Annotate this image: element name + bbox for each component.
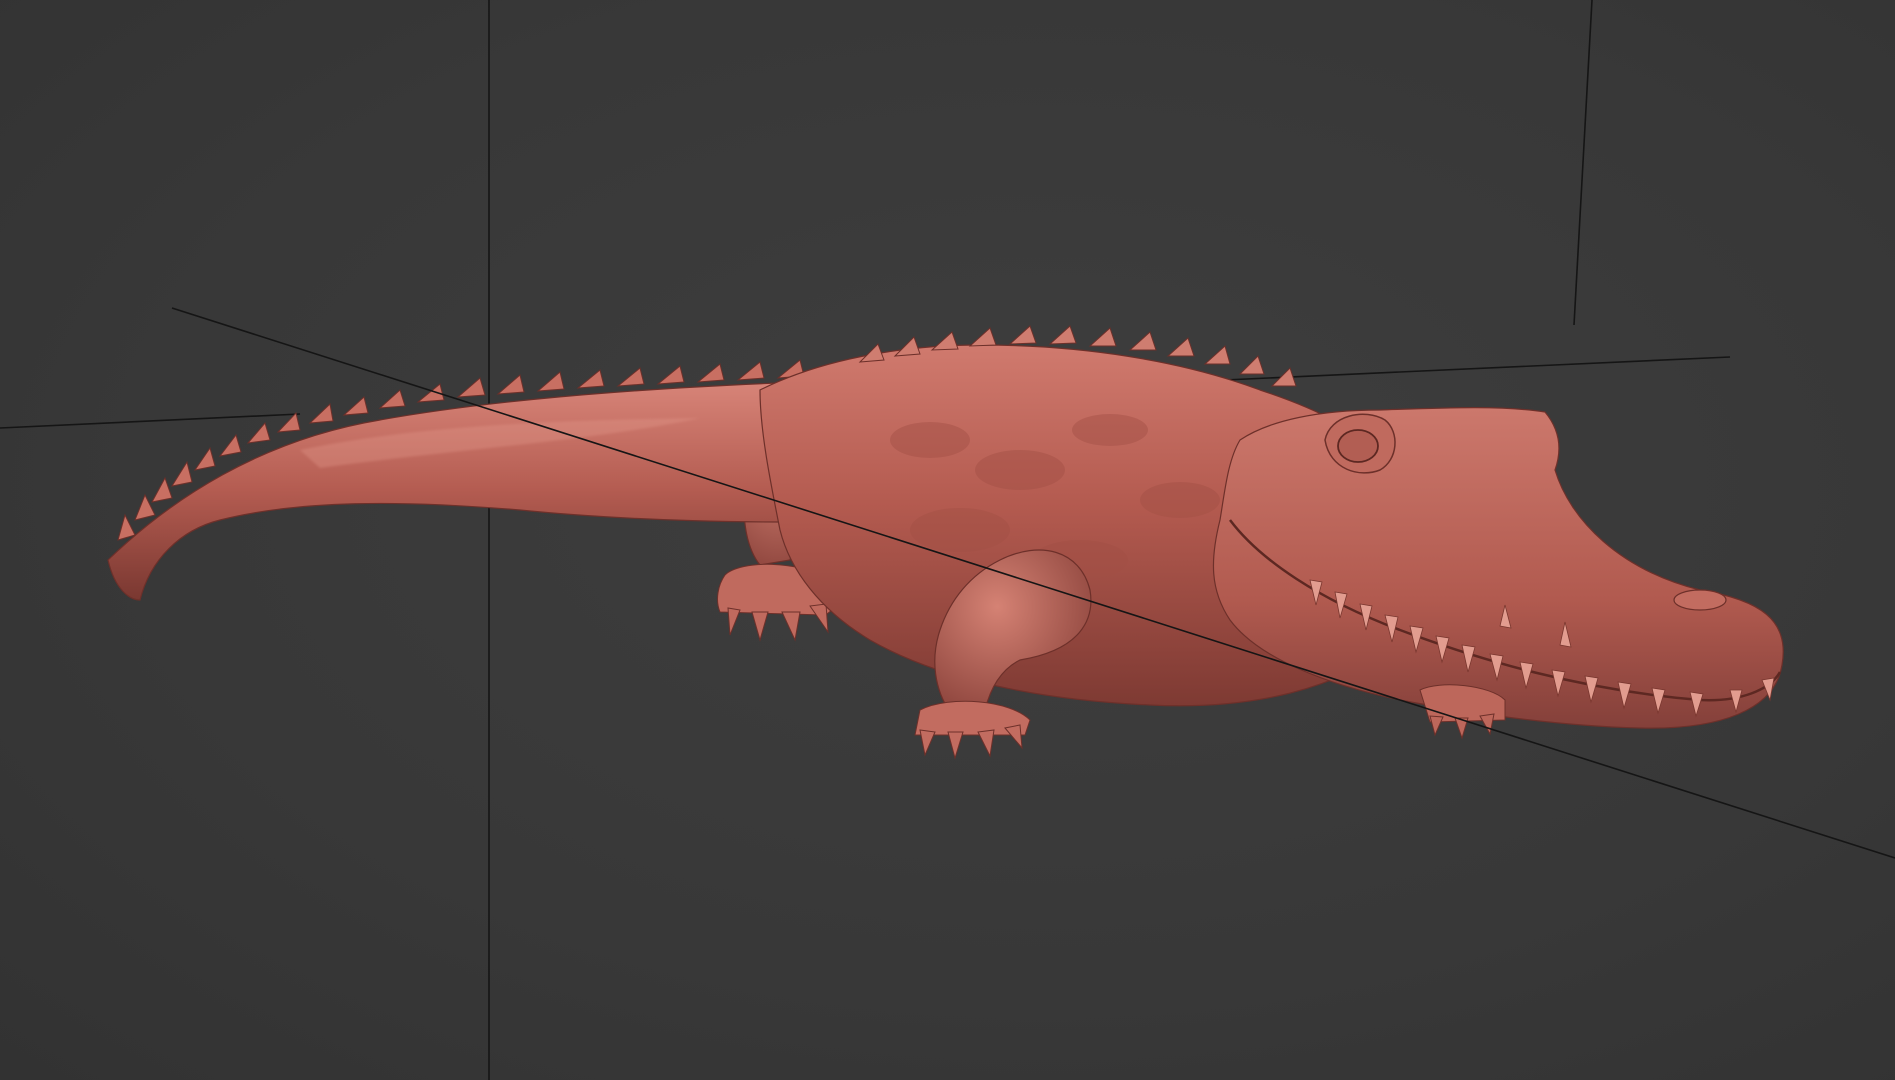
near-hind-foot bbox=[914, 700, 1031, 760]
viewport-scene[interactable] bbox=[0, 0, 1895, 1080]
vertical-guide-right bbox=[1573, 0, 1593, 326]
3d-viewport[interactable] bbox=[0, 0, 1895, 1080]
eye bbox=[1337, 429, 1379, 463]
horizontal-guide-left bbox=[0, 413, 301, 429]
nostril bbox=[1673, 589, 1727, 611]
crocodile-model[interactable] bbox=[107, 325, 1784, 760]
